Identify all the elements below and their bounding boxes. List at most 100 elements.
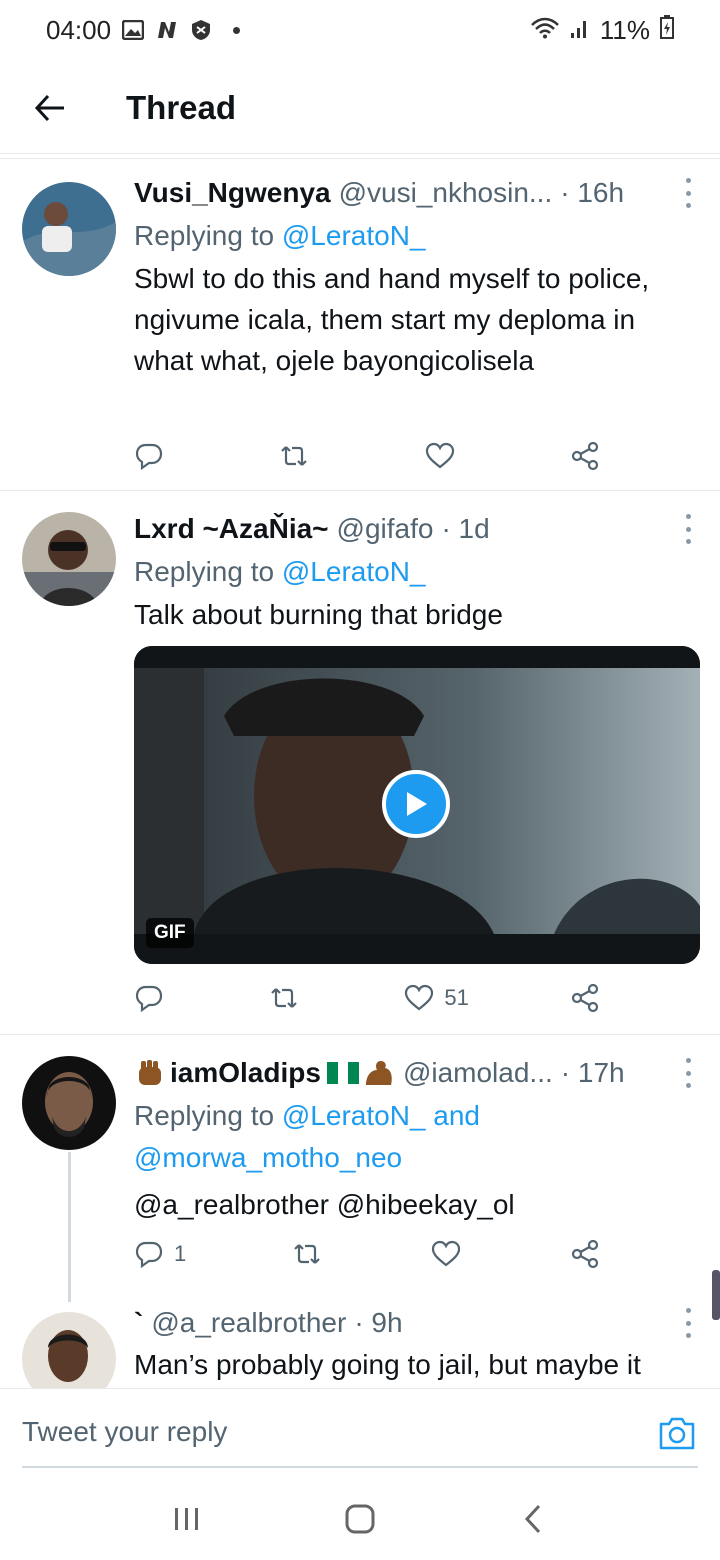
system-back-button[interactable] bbox=[503, 1489, 563, 1549]
reply-button[interactable] bbox=[134, 983, 168, 1013]
mention-link[interactable]: @LeratoN_ bbox=[282, 1100, 426, 1131]
reply-underline bbox=[22, 1466, 698, 1468]
retweet-button[interactable] bbox=[279, 441, 313, 471]
heart-icon bbox=[425, 442, 454, 469]
play-button[interactable] bbox=[382, 770, 450, 838]
retweet-button[interactable] bbox=[292, 1239, 326, 1269]
signal-icon bbox=[570, 15, 590, 46]
recent-apps-button[interactable] bbox=[157, 1489, 217, 1549]
status-bar: 04:00 11% bbox=[0, 0, 720, 60]
share-button[interactable] bbox=[570, 441, 604, 471]
tweet-time: · 17h bbox=[560, 1057, 625, 1088]
author-name[interactable]: iamOladips bbox=[170, 1057, 321, 1089]
play-icon bbox=[407, 792, 427, 816]
status-right: 11% bbox=[530, 14, 674, 46]
share-icon bbox=[571, 983, 599, 1013]
mention-link[interactable]: @LeratoN_ bbox=[282, 220, 426, 251]
divider bbox=[0, 490, 720, 491]
app-header: Thread bbox=[0, 62, 720, 154]
tweet-actions: 51 bbox=[134, 978, 604, 1018]
reply-icon bbox=[135, 443, 163, 471]
reply-button[interactable] bbox=[134, 441, 168, 471]
tweet-text: Man’s probably going to jail, but maybe … bbox=[134, 1349, 641, 1380]
more-options-button[interactable] bbox=[678, 1058, 698, 1088]
replying-to: Replying to @LeratoN_ bbox=[134, 554, 698, 590]
page-title: Thread bbox=[126, 88, 237, 126]
tweet-actions: 1 bbox=[134, 1234, 604, 1274]
like-button[interactable] bbox=[431, 1239, 465, 1269]
more-options-button[interactable] bbox=[678, 514, 698, 544]
reply-icon bbox=[135, 985, 163, 1013]
retweet-icon bbox=[271, 988, 297, 1008]
system-nav-bar bbox=[0, 1478, 720, 1560]
replying-to: Replying to @LeratoN_ bbox=[134, 218, 698, 254]
home-button[interactable] bbox=[330, 1489, 390, 1549]
reply-count: 1 bbox=[174, 1241, 187, 1266]
avatar[interactable] bbox=[22, 512, 116, 606]
tweet-time: · 9h bbox=[354, 1307, 403, 1338]
author-handle[interactable]: @iamolad... bbox=[403, 1057, 553, 1089]
thread-connector-line bbox=[68, 1152, 71, 1302]
like-button[interactable]: 51 bbox=[404, 983, 469, 1013]
camera-button[interactable] bbox=[658, 1415, 696, 1451]
replying-label: Replying to bbox=[134, 1100, 282, 1131]
gif-media[interactable]: GIF bbox=[134, 646, 700, 964]
fist-emoji-icon bbox=[134, 1057, 166, 1089]
retweet-icon bbox=[293, 1244, 320, 1264]
reply-input[interactable] bbox=[22, 1411, 602, 1453]
recent-apps-icon bbox=[174, 1508, 198, 1530]
mention-link[interactable]: @LeratoN_ bbox=[282, 556, 426, 587]
nigeria-flag-icon bbox=[326, 1062, 359, 1084]
share-icon bbox=[571, 1239, 599, 1269]
gallery-icon bbox=[121, 19, 145, 41]
tweet-time: · 16h bbox=[560, 177, 625, 208]
retweet-button[interactable] bbox=[269, 983, 303, 1013]
tweet-text: Sbwl to do this and hand myself to polic… bbox=[134, 263, 650, 376]
shield-icon bbox=[189, 19, 213, 41]
wifi-icon bbox=[530, 15, 560, 46]
tweet-time: · 1d bbox=[441, 513, 490, 544]
avatar[interactable] bbox=[22, 1312, 116, 1388]
chevron-left-icon bbox=[525, 1504, 541, 1534]
reply-icon bbox=[135, 1241, 163, 1269]
divider bbox=[0, 1034, 720, 1035]
author-name[interactable]: ` bbox=[134, 1307, 143, 1339]
author-handle[interactable]: @a_realbrother bbox=[151, 1307, 346, 1339]
share-button[interactable] bbox=[570, 983, 604, 1013]
share-button[interactable] bbox=[570, 1239, 604, 1269]
tweet-text-mentions[interactable]: @a_realbrother @hibeekay_ol bbox=[134, 1184, 698, 1225]
status-time: 04:00 bbox=[46, 14, 112, 45]
tweet[interactable]: Vusi_Ngwenya @vusi_nkhosin... · 16h Repl… bbox=[0, 170, 720, 490]
like-count: 51 bbox=[444, 985, 469, 1010]
tweet[interactable]: iamOladips @iamolad... · 17h Replying to… bbox=[0, 1044, 720, 1294]
scrollbar-thumb[interactable] bbox=[712, 1270, 720, 1320]
notification-dot bbox=[233, 26, 241, 34]
back-button[interactable] bbox=[0, 62, 100, 154]
replying-and: and bbox=[425, 1100, 480, 1131]
n-icon bbox=[155, 19, 179, 41]
tweet[interactable]: ` @a_realbrother · 9h Man’s probably goi… bbox=[0, 1302, 720, 1388]
author-name[interactable]: Lxrd ~AzaŇia~ bbox=[134, 513, 329, 545]
retweet-icon bbox=[281, 446, 308, 466]
tweet-actions bbox=[134, 436, 604, 476]
share-icon bbox=[571, 441, 599, 471]
more-options-button[interactable] bbox=[678, 1308, 698, 1338]
heart-icon bbox=[431, 1240, 460, 1267]
mention-link[interactable]: @morwa_motho_neo bbox=[134, 1140, 698, 1176]
avatar[interactable] bbox=[22, 182, 116, 276]
replying-to: Replying to @LeratoN_ and bbox=[134, 1098, 698, 1134]
author-name[interactable]: Vusi_Ngwenya bbox=[134, 177, 331, 209]
author-handle[interactable]: @gifafo bbox=[337, 513, 434, 545]
like-button[interactable] bbox=[425, 441, 459, 471]
avatar[interactable] bbox=[22, 1056, 116, 1150]
author-handle[interactable]: @vusi_nkhosin... bbox=[339, 177, 553, 209]
reply-button[interactable]: 1 bbox=[134, 1239, 186, 1269]
battery-icon bbox=[660, 14, 674, 46]
more-options-button[interactable] bbox=[678, 178, 698, 208]
divider bbox=[0, 158, 720, 159]
status-left: 04:00 bbox=[46, 14, 241, 46]
flexed-biceps-icon bbox=[363, 1058, 395, 1088]
home-icon bbox=[345, 1504, 375, 1534]
heart-icon bbox=[405, 984, 434, 1011]
camera-icon bbox=[659, 1417, 695, 1450]
